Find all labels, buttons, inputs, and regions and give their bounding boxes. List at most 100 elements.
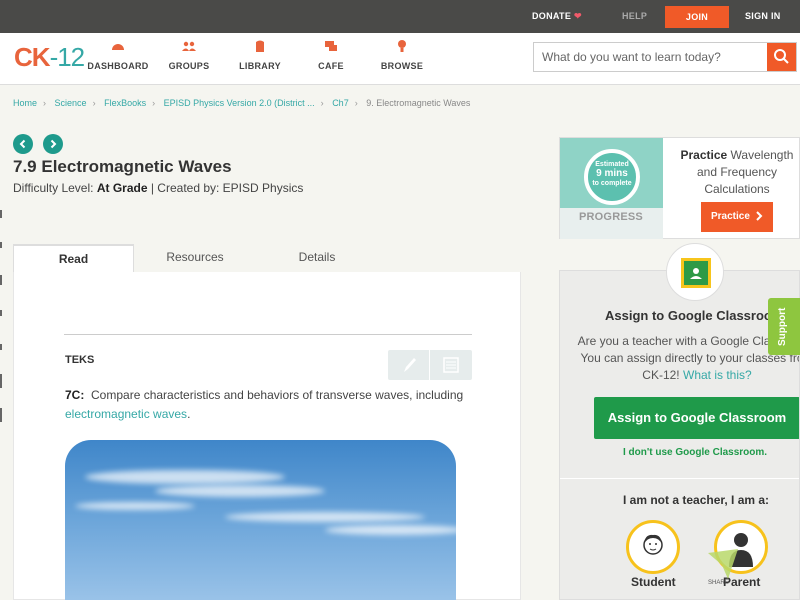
nav-cafe[interactable]: CAFE — [296, 39, 366, 71]
chevron-left-icon — [19, 139, 26, 149]
support-label: Support — [777, 307, 788, 346]
student-icon — [643, 534, 663, 555]
search-box — [533, 42, 797, 72]
tab-details[interactable]: Details — [256, 244, 378, 273]
edge-mark — [0, 344, 2, 350]
standard-body: Compare characteristics and behaviors of… — [91, 388, 464, 402]
gc-description: Are you a teacher with a Google Classroo… — [572, 333, 799, 384]
search-button[interactable] — [767, 43, 796, 71]
ck12-logo[interactable]: CK-12 — [14, 42, 85, 73]
main-nav: CK-12 DASHBOARD GROUPS LIBRARY CAFE BROW… — [0, 33, 800, 85]
nav-library-label: LIBRARY — [239, 61, 281, 71]
breadcrumb: Home › Science › FlexBooks › EPISD Physics … — [13, 98, 470, 108]
annotation-toolbar — [388, 350, 472, 380]
nav-groups[interactable]: GROUPS — [154, 39, 224, 71]
practice-bold: Practice — [680, 148, 728, 162]
next-concept-button[interactable] — [43, 134, 63, 154]
tab-resources[interactable]: Resources — [134, 244, 256, 273]
page-title: 7.9 Electromagnetic Waves — [13, 157, 232, 176]
sky-image — [65, 440, 456, 600]
chevron-right-icon — [50, 139, 57, 149]
share-button[interactable]: SHARE — [706, 547, 740, 587]
section-heading: TEKS — [65, 354, 95, 366]
google-classroom-panel: Assign to Google Classroom Are you a tea… — [559, 270, 800, 600]
student-role-button[interactable] — [626, 520, 680, 574]
student-label[interactable]: Student — [631, 575, 676, 589]
share-icon — [708, 549, 738, 579]
notes-icon — [443, 357, 459, 373]
highlight-tool[interactable] — [388, 350, 430, 380]
tab-read[interactable]: Read — [13, 244, 134, 273]
breadcrumb-book[interactable]: EPISD Physics Version 2.0 (District ... — [164, 98, 315, 108]
not-teacher-label: I am not a teacher, I am a: — [623, 493, 770, 507]
divider — [64, 334, 472, 335]
logo-ck: CK — [14, 42, 51, 72]
standard-period: . — [187, 407, 191, 421]
practice-button[interactable]: Practice — [701, 202, 773, 232]
estimate-text: Estimated 9 mins to complete — [584, 160, 640, 188]
gc-heading: Assign to Google Classroom — [605, 308, 784, 323]
breadcrumb-sep: › — [152, 98, 156, 108]
nav-dashboard[interactable]: DASHBOARD — [83, 39, 153, 71]
share-label: SHARE — [708, 580, 729, 586]
content-tabs: Read Resources Details — [13, 244, 521, 273]
join-button[interactable]: JOIN — [665, 6, 729, 28]
dashboard-icon — [112, 44, 124, 50]
created-by: | Created by: EPISD Physics — [150, 181, 304, 195]
donate-label: DONATE — [532, 11, 572, 21]
assign-google-classroom-button[interactable]: Assign to Google Classroom — [594, 397, 799, 439]
search-icon — [774, 49, 789, 64]
edge-mark — [0, 210, 2, 218]
difficulty-label: Difficulty Level: — [13, 181, 94, 195]
google-classroom-icon — [681, 258, 711, 288]
concept-meta: Difficulty Level: At Grade | Created by:… — [13, 181, 303, 195]
nav-browse-label: BROWSE — [380, 61, 424, 71]
donate-link[interactable]: DONATE ❤ — [532, 0, 582, 33]
practice-button-label: Practice — [711, 211, 750, 222]
electromagnetic-waves-link[interactable]: electromagnetic waves — [65, 407, 187, 421]
breadcrumb-home[interactable]: Home — [13, 98, 37, 108]
nav-library[interactable]: LIBRARY — [225, 39, 295, 71]
no-google-classroom-link[interactable]: I don't use Google Classroom. — [623, 447, 767, 458]
library-icon — [256, 40, 264, 52]
top-bar: DONATE ❤ HELP JOIN SIGN IN — [0, 0, 800, 33]
breadcrumb-sep: › — [43, 98, 47, 108]
nav-dashboard-label: DASHBOARD — [87, 61, 149, 71]
nav-cafe-label: CAFE — [318, 61, 344, 71]
estimated-label: Estimated — [595, 161, 629, 168]
google-classroom-logo — [666, 243, 724, 301]
prev-concept-button[interactable] — [13, 134, 33, 154]
edge-mark — [0, 374, 2, 388]
practice-card: Estimated 9 mins to complete PROGRESS Pr… — [559, 137, 800, 239]
progress-label: PROGRESS — [579, 211, 643, 223]
breadcrumb-current: 9. Electromagnetic Waves — [366, 98, 471, 108]
search-input[interactable] — [534, 43, 769, 71]
edge-mark — [0, 275, 2, 285]
breadcrumb-chapter[interactable]: Ch7 — [332, 98, 349, 108]
breadcrumb-sep: › — [320, 98, 324, 108]
chevron-right-icon — [755, 211, 763, 222]
breadcrumb-sep: › — [354, 98, 358, 108]
heart-icon: ❤ — [573, 11, 582, 21]
pencil-icon — [404, 358, 416, 372]
nav-browse[interactable]: BROWSE — [367, 39, 437, 71]
breadcrumb-science[interactable]: Science — [55, 98, 87, 108]
browse-icon — [398, 40, 406, 52]
cafe-icon — [325, 41, 337, 51]
edge-mark — [0, 310, 2, 316]
support-tab[interactable]: Support — [768, 298, 800, 355]
edge-mark — [0, 408, 2, 422]
notes-tool[interactable] — [430, 350, 472, 380]
to-complete-label: to complete — [592, 180, 632, 187]
edge-mark — [0, 242, 2, 248]
difficulty-value: At Grade — [96, 181, 148, 195]
divider — [560, 478, 799, 479]
groups-icon — [182, 41, 196, 51]
breadcrumb-flexbooks[interactable]: FlexBooks — [104, 98, 146, 108]
progress-widget: Estimated 9 mins to complete PROGRESS — [560, 138, 663, 239]
help-link[interactable]: HELP — [622, 0, 647, 33]
estimated-mins: 9 mins — [596, 168, 628, 179]
signin-link[interactable]: SIGN IN — [745, 0, 781, 33]
what-is-this-link[interactable]: What is this? — [683, 368, 752, 382]
standard-code: 7C: — [65, 388, 85, 402]
